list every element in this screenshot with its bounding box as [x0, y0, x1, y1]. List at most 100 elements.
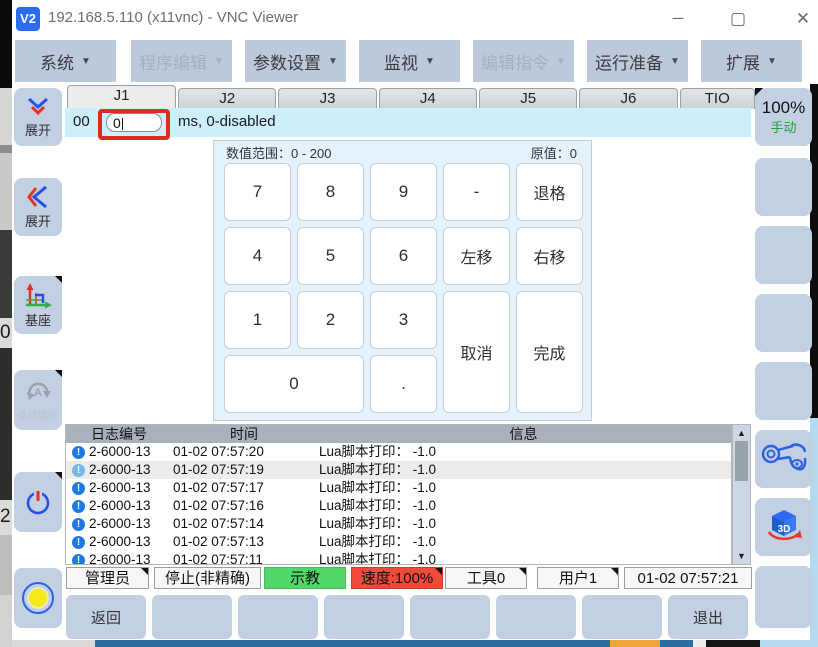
menu-parameter-settings[interactable]: 参数设置 ▼ — [245, 40, 346, 82]
tab-j5[interactable]: J5 — [479, 88, 577, 109]
bottom-action-button[interactable] — [582, 595, 662, 639]
info-icon: ! — [72, 554, 85, 566]
key-8[interactable]: 8 — [297, 163, 364, 221]
status-mode-teach[interactable]: 示教 — [264, 567, 346, 589]
key-move-left[interactable]: 左移 — [443, 227, 510, 285]
log-table: 日志编号 时间 信息 ! 2-6000-13 01-02 07:57:20 Lu… — [65, 424, 732, 565]
info-icon: ! — [72, 500, 85, 513]
status-user[interactable]: 用户1 — [537, 567, 619, 589]
log-row-selected[interactable]: ! 2-6000-13 01-02 07:57:19 Lua脚本打印： -1.0 — [66, 461, 731, 479]
desktop-background-digit: 2 — [0, 506, 12, 528]
side-action-button[interactable] — [755, 362, 812, 420]
key-minus[interactable]: - — [443, 163, 510, 221]
scrollbar-thumb[interactable] — [735, 441, 748, 481]
dropdown-arrow-icon: ▼ — [670, 56, 680, 67]
key-move-right[interactable]: 右移 — [516, 227, 583, 285]
minimize-button[interactable]: ─ — [662, 6, 694, 32]
speed-mode-button[interactable]: 100% 手动 — [755, 88, 812, 146]
bottom-action-button[interactable] — [324, 595, 404, 639]
log-header-time: 时间 — [172, 425, 316, 443]
status-speed[interactable]: 速度:100% — [351, 567, 443, 589]
key-9[interactable]: 9 — [370, 163, 437, 221]
yellow-dot-icon — [20, 580, 56, 616]
game-controller-icon — [760, 439, 808, 479]
key-dot[interactable]: . — [370, 355, 437, 413]
3d-cube-icon: 3D — [761, 506, 807, 548]
back-button[interactable]: 返回 — [66, 595, 146, 639]
menu-monitor[interactable]: 监视 ▼ — [359, 40, 460, 82]
base-frame-button[interactable]: 基座 — [14, 276, 62, 334]
log-row[interactable]: ! 2-6000-13 01-02 07:57:20 Lua脚本打印： -1.0 — [66, 443, 731, 461]
svg-text:A: A — [34, 387, 42, 399]
close-button[interactable]: ✕ — [787, 6, 818, 32]
key-0[interactable]: 0 — [224, 355, 364, 413]
menu-edit-command: 编辑指令 ▼ — [473, 40, 574, 82]
dropdown-arrow-icon: ▼ — [214, 56, 224, 67]
scroll-down-arrow[interactable]: ▼ — [733, 549, 750, 563]
menu-extension[interactable]: 扩展 ▼ — [701, 40, 802, 82]
scroll-up-arrow[interactable]: ▲ — [733, 426, 750, 440]
log-row[interactable]: ! 2-6000-13 01-02 07:57:16 Lua脚本打印： -1.0 — [66, 497, 731, 515]
status-tool[interactable]: 工具0 — [445, 567, 527, 589]
log-scrollbar[interactable]: ▲ ▼ — [732, 424, 751, 565]
key-backspace[interactable]: 退格 — [516, 163, 583, 221]
bottom-action-button[interactable] — [410, 595, 490, 639]
log-row[interactable]: ! 2-6000-13 01-02 07:57:11 Lua脚本打印： -1.0 — [66, 551, 731, 565]
jog-controller-button[interactable] — [755, 430, 812, 488]
desktop-left-strip: 0 2 — [0, 0, 12, 647]
info-icon: ! — [72, 446, 85, 459]
joint-tab-bar: J1 J2 J3 J4 J5 J6 TIO — [67, 86, 755, 109]
log-row[interactable]: ! 2-6000-13 01-02 07:57:14 Lua脚本打印： -1.0 — [66, 515, 731, 533]
value-input[interactable]: 0 — [106, 113, 162, 132]
key-5[interactable]: 5 — [297, 227, 364, 285]
bottom-action-button[interactable] — [238, 595, 318, 639]
maximize-button[interactable]: ▢ — [722, 6, 754, 32]
info-icon: ! — [72, 536, 85, 549]
key-7[interactable]: 7 — [224, 163, 291, 221]
exit-button[interactable]: 退出 — [668, 595, 748, 639]
key-6[interactable]: 6 — [370, 227, 437, 285]
tab-j1[interactable]: J1 — [67, 85, 176, 109]
key-2[interactable]: 2 — [297, 291, 364, 349]
text-caret — [122, 118, 123, 130]
tab-j4[interactable]: J4 — [379, 88, 477, 109]
record-point-button[interactable] — [14, 568, 62, 628]
continuous-loop-button: A 连续循环 — [14, 370, 62, 430]
vnc-title-bar: V2 192.168.5.110 (x11vnc) - VNC Viewer ─… — [12, 0, 818, 39]
status-motion-state: 停止(非精确) — [154, 567, 261, 589]
tab-j3[interactable]: J3 — [278, 88, 376, 109]
log-row[interactable]: ! 2-6000-13 01-02 07:57:17 Lua脚本打印： -1.0 — [66, 479, 731, 497]
key-confirm[interactable]: 完成 — [516, 291, 583, 413]
log-header-id: 日志编号 — [66, 425, 172, 443]
menu-system[interactable]: 系统 ▼ — [15, 40, 116, 82]
dropdown-arrow-icon: ▼ — [328, 56, 338, 67]
key-3[interactable]: 3 — [370, 291, 437, 349]
dropdown-arrow-icon: ▼ — [556, 56, 566, 67]
tab-tio[interactable]: TIO — [680, 88, 755, 109]
side-action-button[interactable] — [755, 566, 812, 628]
expand-left-button[interactable]: 展开 — [14, 178, 62, 236]
side-action-button[interactable] — [755, 294, 812, 352]
desktop-background-digit: 0 — [0, 322, 12, 344]
view-3d-button[interactable]: 3D — [755, 498, 812, 556]
side-action-button[interactable] — [755, 226, 812, 284]
key-cancel[interactable]: 取消 — [443, 291, 510, 413]
log-header-info: 信息 — [316, 425, 731, 443]
status-clock: 01-02 07:57:21 — [624, 567, 752, 589]
status-role[interactable]: 管理员 — [66, 567, 149, 589]
bottom-action-button[interactable] — [152, 595, 232, 639]
bottom-action-button[interactable] — [496, 595, 576, 639]
tab-j2[interactable]: J2 — [178, 88, 276, 109]
numeric-keypad-panel: 数值范围：0 - 200 原值：0 7 8 9 - 退格 4 5 6 左移 右移… — [213, 140, 592, 421]
key-1[interactable]: 1 — [224, 291, 291, 349]
key-4[interactable]: 4 — [224, 227, 291, 285]
log-row[interactable]: ! 2-6000-13 01-02 07:57:13 Lua脚本打印： -1.0 — [66, 533, 731, 551]
tab-j6[interactable]: J6 — [579, 88, 677, 109]
svg-text:3D: 3D — [777, 524, 790, 535]
menu-run-preparation[interactable]: 运行准备 ▼ — [587, 40, 688, 82]
parameter-index: 00 — [73, 113, 90, 130]
info-icon: ! — [72, 482, 85, 495]
expand-down-button[interactable]: 展开 — [14, 88, 62, 146]
power-button[interactable] — [14, 472, 62, 532]
side-action-button[interactable] — [755, 158, 812, 216]
